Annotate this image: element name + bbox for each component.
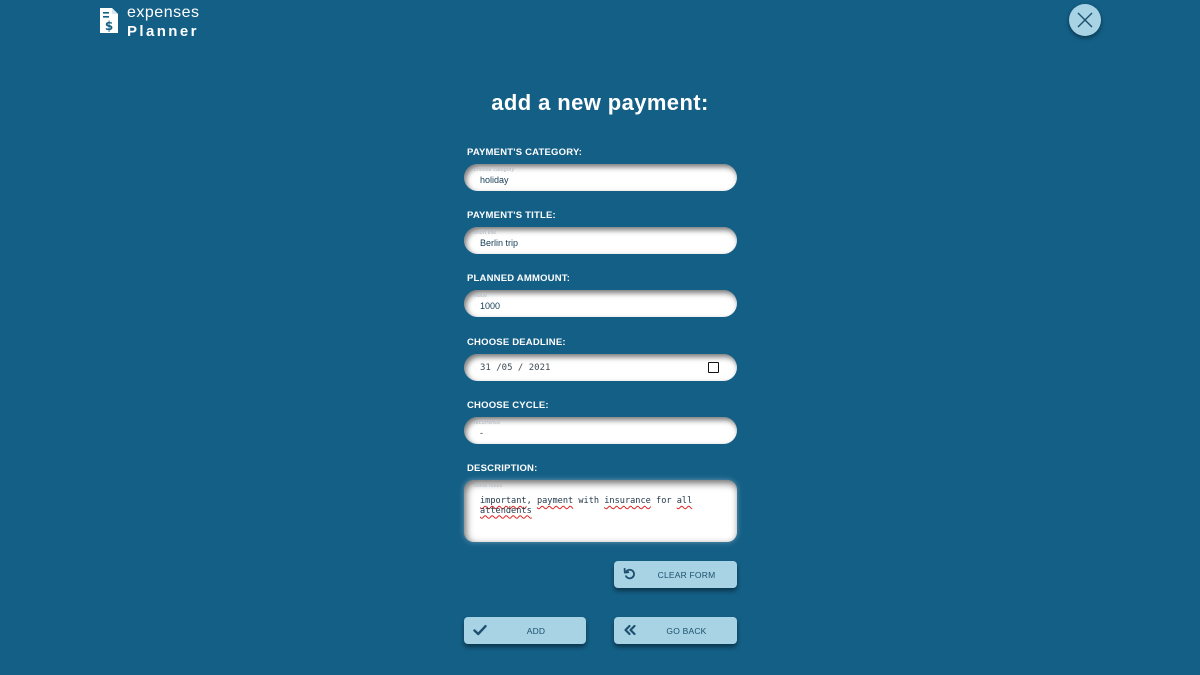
cycle-select[interactable]: recurrence - — [464, 417, 737, 444]
double-chevron-left-icon — [624, 624, 636, 636]
amount-placeholder: value — [474, 293, 488, 299]
description-word: insurance — [604, 496, 651, 506]
cycle-placeholder: recurrence — [474, 420, 501, 426]
description-word: all — [676, 496, 693, 506]
title-value: Berlin trip — [480, 238, 519, 248]
deadline-field: CHOOSE DEADLINE: 31 /05 / 2021 — [464, 337, 737, 381]
page-title: add a new payment: — [491, 90, 709, 115]
description-word: important, — [480, 496, 532, 506]
title-placeholder: short title — [474, 230, 497, 236]
category-value: holiday — [480, 175, 509, 185]
description-word: attendents — [480, 505, 532, 516]
category-label: PAYMENT'S CATEGORY: — [467, 147, 583, 158]
title-field: PAYMENT'S TITLE: short title Berlin trip — [464, 210, 737, 254]
deadline-input[interactable]: 31 /05 / 2021 — [464, 354, 737, 381]
title-input[interactable]: short title Berlin trip — [464, 227, 737, 254]
category-input[interactable]: choose category holiday — [464, 164, 737, 191]
receipt-dollar-icon: $ — [100, 8, 118, 33]
app-logo[interactable]: $ expenses Planner — [99, 5, 200, 39]
close-button[interactable] — [1069, 4, 1101, 36]
go-back-button[interactable]: GO BACK — [614, 617, 737, 644]
clear-form-button[interactable]: CLEAR FORM — [614, 561, 737, 588]
calendar-icon[interactable] — [708, 362, 719, 373]
description-textarea[interactable]: some notes important, payment with insur… — [464, 480, 737, 542]
description-placeholder: some notes — [474, 483, 503, 489]
amount-input[interactable]: value 1000 — [464, 290, 737, 317]
category-placeholder: choose category — [474, 167, 515, 173]
logo-subtitle: Planner — [127, 23, 199, 40]
description-field: DESCRIPTION: some notes important, payme… — [464, 463, 737, 542]
description-word: with — [578, 496, 600, 506]
category-field: PAYMENT'S CATEGORY: choose category holi… — [464, 147, 737, 191]
deadline-value: 31 /05 / 2021 — [480, 363, 551, 373]
add-button[interactable]: ADD — [464, 617, 586, 644]
cycle-field: CHOOSE CYCLE: recurrence - — [464, 400, 737, 444]
cycle-label: CHOOSE CYCLE: — [467, 400, 549, 411]
svg-text:$: $ — [105, 19, 113, 33]
title-label: PAYMENT'S TITLE: — [467, 210, 556, 221]
description-word: payment — [536, 496, 574, 506]
description-word: for — [656, 496, 672, 506]
logo-title: expenses — [127, 4, 200, 21]
amount-label: PLANNED AMMOUNT: — [467, 273, 571, 284]
page: $ expenses Planner add a new payment: PA… — [0, 0, 1200, 675]
close-icon — [1077, 12, 1093, 28]
undo-icon — [623, 567, 635, 580]
check-icon — [473, 625, 487, 636]
deadline-label: CHOOSE DEADLINE: — [467, 337, 566, 348]
amount-value: 1000 — [480, 301, 501, 311]
description-value: important, payment with insurance for al… — [480, 496, 720, 516]
cycle-value: - — [480, 428, 483, 438]
amount-field: PLANNED AMMOUNT: value 1000 — [464, 273, 737, 317]
description-label: DESCRIPTION: — [467, 463, 538, 474]
